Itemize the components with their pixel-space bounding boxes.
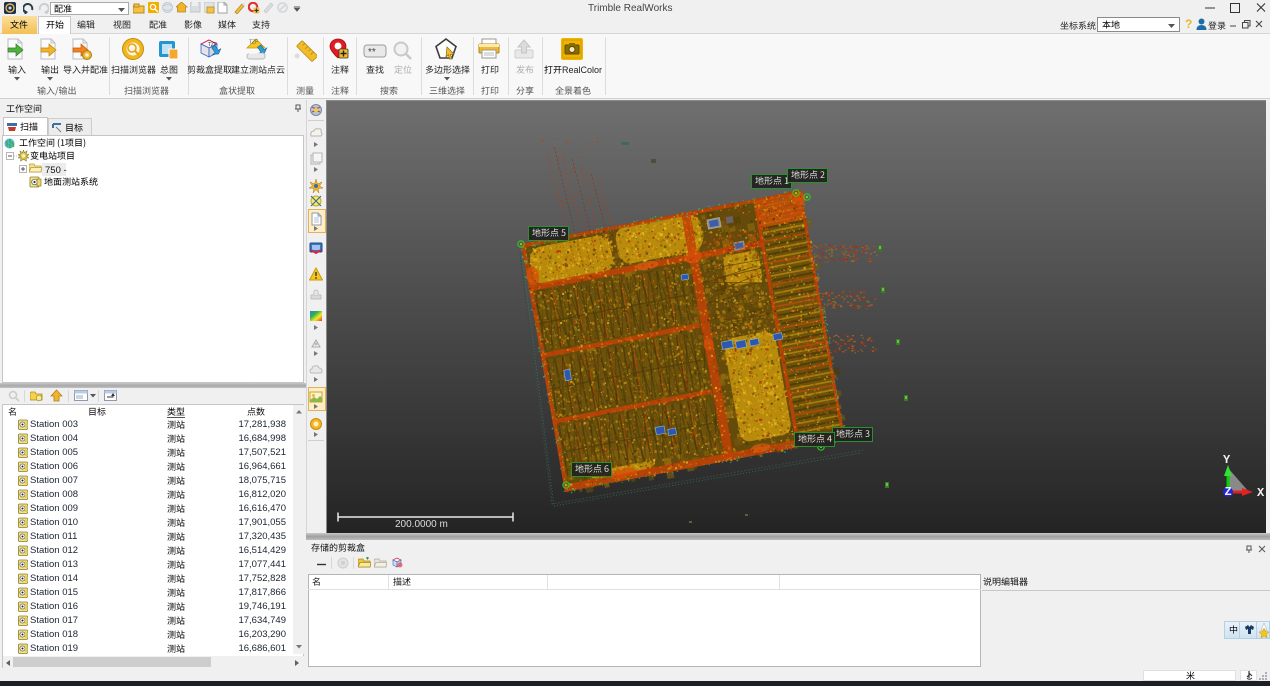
svg-text:**: ** bbox=[368, 47, 376, 58]
svg-text:TZF: TZF bbox=[249, 40, 258, 46]
